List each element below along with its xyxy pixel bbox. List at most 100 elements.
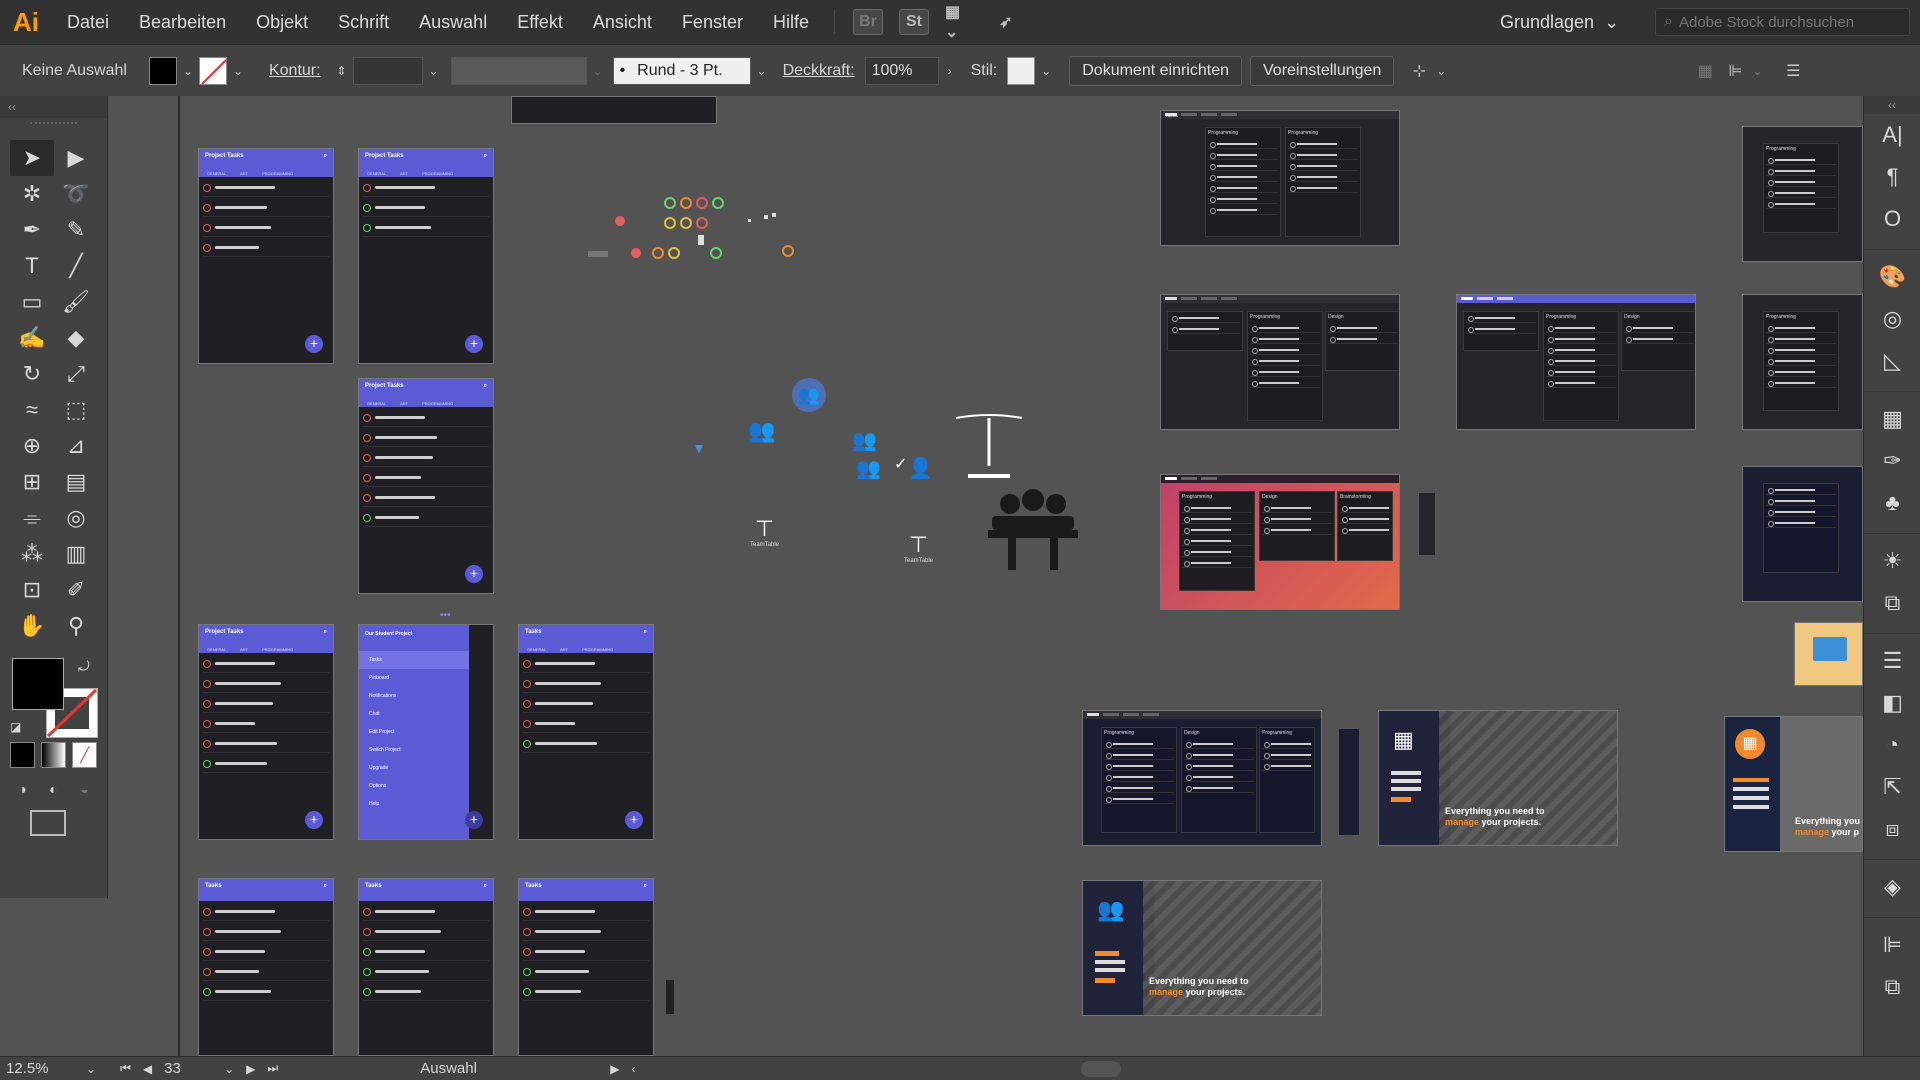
phone-mockup[interactable]: Tasks ⌕ xyxy=(198,878,334,1056)
chevron-down-icon[interactable]: ⌄ xyxy=(423,57,445,85)
desktop-mockup[interactable]: Tasks Programming Programming xyxy=(1160,110,1400,246)
eyedropper-tool-icon[interactable]: ⌯ xyxy=(10,500,54,536)
draw-inside-icon[interactable]: ◒ xyxy=(72,776,97,802)
stock-icon[interactable]: St xyxy=(898,9,929,35)
phone-mockup[interactable]: Project Tasks ⌕ GENERAL ART PROGRAMMING + xyxy=(198,624,334,840)
shaper-tool-icon[interactable]: ✍ xyxy=(10,320,54,356)
layers-panel-icon[interactable]: ◈ xyxy=(1864,866,1920,908)
document-setup-button[interactable]: Dokument einrichten xyxy=(1069,55,1242,86)
lasso-tool-icon[interactable]: ➰ xyxy=(54,176,98,212)
desktop-mockup[interactable]: Programming Design xyxy=(1456,294,1696,430)
menu-auswahl[interactable]: Auswahl xyxy=(404,0,502,44)
swap-icon[interactable]: ⤾ xyxy=(78,658,90,675)
desktop-mockup-gradient[interactable]: Programming Design Brainstorming xyxy=(1160,474,1400,610)
character-panel-icon[interactable]: A| xyxy=(1864,114,1920,156)
scroll-indicator[interactable] xyxy=(666,980,674,1014)
desktop-mockup-partial[interactable] xyxy=(1742,466,1863,602)
previous-artboard-icon[interactable]: ◀ xyxy=(137,1062,158,1076)
artboards-panel-icon[interactable]: ⧉ xyxy=(1864,966,1920,1008)
paragraph-panel-icon[interactable]: ¶ xyxy=(1864,156,1920,198)
desktop-mockup-partial[interactable]: Programming xyxy=(1742,294,1863,430)
chevron-down-icon[interactable]: ⌄ xyxy=(1035,57,1057,85)
landing-mockup[interactable]: 👥 Everything you need to manage your pro… xyxy=(1082,880,1322,1016)
none-icon[interactable]: ╱ xyxy=(72,742,97,768)
swatches-panel-icon[interactable]: ▦ xyxy=(1864,398,1920,440)
fill-color-box[interactable] xyxy=(12,658,64,710)
menu-hilfe[interactable]: Hilfe xyxy=(758,0,824,44)
gradient-icon[interactable] xyxy=(41,742,66,768)
variable-width-profile[interactable] xyxy=(450,56,587,85)
next-artboard-icon[interactable]: ▶ xyxy=(240,1062,261,1076)
type-tool-icon[interactable]: T xyxy=(10,248,54,284)
chevron-down-icon[interactable]: ⌄ xyxy=(218,1062,240,1076)
teamtable-logo-icon[interactable]: 👤 xyxy=(908,456,933,481)
landing-mockup[interactable]: ▦ Everything you need to manage your pro… xyxy=(1378,710,1618,846)
phone-mockup[interactable]: Tasks ⌕ xyxy=(358,878,494,1056)
panel-menu-icon[interactable]: ☰ xyxy=(1782,57,1804,85)
teamtable-logo-icon[interactable]: 👥 xyxy=(852,428,877,453)
side-strip[interactable] xyxy=(1338,728,1360,836)
eraser-tool-icon[interactable]: ◆ xyxy=(54,320,98,356)
zoom-field[interactable]: 12.5% xyxy=(0,1058,80,1080)
magic-wand-tool-icon[interactable]: ✲ xyxy=(10,176,54,212)
screen-mode-icon[interactable] xyxy=(30,810,66,836)
zoom-tool-icon[interactable]: ⚲ xyxy=(54,608,98,644)
fill-stroke-widget[interactable]: ⤾ ◪ xyxy=(10,658,100,738)
chevron-down-icon[interactable]: ⌄ xyxy=(80,1062,102,1076)
chevron-down-icon[interactable]: ⌄ xyxy=(227,57,249,85)
rectangle-tool-icon[interactable]: ▭ xyxy=(10,284,54,320)
document-canvas[interactable]: Project Tasks ⌕ GENERAL ART PROGRAMMING + P… xyxy=(108,96,1863,1056)
stroke-panel-icon[interactable]: ☰ xyxy=(1864,640,1920,682)
appearance-panel-icon[interactable]: ☀ xyxy=(1864,540,1920,582)
gpu-performance-icon[interactable]: ➶ xyxy=(991,9,1021,35)
chevron-down-icon[interactable]: ⌄ xyxy=(751,57,773,85)
draw-normal-icon[interactable]: ◑ xyxy=(10,776,35,802)
graphic-styles-panel-icon[interactable]: ⧉ xyxy=(1864,582,1920,624)
workspace-switcher[interactable]: Grundlagen ⌄ xyxy=(1500,0,1619,44)
panel-grip[interactable] xyxy=(30,122,77,132)
pathfinder-panel-icon[interactable]: ◔ xyxy=(1864,724,1920,766)
stock-search-input[interactable] xyxy=(1678,13,1889,31)
free-transform-tool-icon[interactable]: ⬚ xyxy=(54,392,98,428)
slice-tool-icon[interactable]: ✐ xyxy=(54,572,98,608)
pen-tool-icon[interactable]: ✒ xyxy=(10,212,54,248)
opentype-panel-icon[interactable]: O xyxy=(1864,198,1920,240)
symbol-sprayer-tool-icon[interactable]: ⁂ xyxy=(10,536,54,572)
menu-ansicht[interactable]: Ansicht xyxy=(578,0,667,44)
stroke-weight-field[interactable] xyxy=(352,56,423,85)
transparency-panel-icon[interactable]: ◧ xyxy=(1864,682,1920,724)
stock-search[interactable]: ⌕ xyxy=(1655,8,1910,36)
side-strip[interactable] xyxy=(1418,492,1436,556)
teamtable-logo-icon[interactable]: 👥 xyxy=(792,378,826,412)
color-guide-panel-icon[interactable]: ◎ xyxy=(1864,298,1920,340)
chevron-down-icon[interactable]: ⌄ xyxy=(587,57,609,85)
shape-builder-tool-icon[interactable]: ⊕ xyxy=(10,428,54,464)
curvature-tool-icon[interactable]: ✎ xyxy=(54,212,98,248)
scale-tool-icon[interactable]: ⤢ xyxy=(54,356,98,392)
stepper-icon[interactable]: ⇕ xyxy=(331,57,353,85)
export-panel-icon[interactable]: ⇱ xyxy=(1864,766,1920,808)
last-artboard-icon[interactable]: ⏭ xyxy=(261,1061,284,1076)
rotate-tool-icon[interactable]: ↻ xyxy=(10,356,54,392)
transform-panel-icon[interactable]: ⧈ xyxy=(1864,808,1920,850)
gradient-tool-icon[interactable]: ▤ xyxy=(54,464,98,500)
menu-schrift[interactable]: Schrift xyxy=(323,0,404,44)
artboard-tool-icon[interactable]: ⊡ xyxy=(10,572,54,608)
status-icon-cluster[interactable] xyxy=(558,191,818,271)
status-tool-label[interactable]: Auswahl xyxy=(414,1058,604,1080)
align-panel-icon[interactable]: ⊫ xyxy=(1864,924,1920,966)
chevron-right-icon[interactable]: ▶ xyxy=(604,1062,625,1076)
landing-mockup-partial[interactable]: ▦ Everything you manage your p xyxy=(1724,716,1863,852)
chevron-down-icon[interactable]: ⌄ xyxy=(1430,57,1452,85)
arrange-documents-icon[interactable]: ▦ ⌄ xyxy=(945,4,975,41)
mesh-tool-icon[interactable]: ⊞ xyxy=(10,464,54,500)
transform-icon[interactable]: ⊹ xyxy=(1408,57,1430,85)
perspective-grid-tool-icon[interactable]: ⊿ xyxy=(54,428,98,464)
phone-mockup-menu[interactable]: Tasks Pinboard Notifications Chat Edit P… xyxy=(358,624,494,840)
paintbrush-tool-icon[interactable]: 🖌 xyxy=(54,284,98,320)
table-outline-logo[interactable] xyxy=(954,414,1024,484)
phone-mockup[interactable]: Project Tasks ⌕ GENERAL ART PROGRAMMING + xyxy=(358,148,494,364)
fill-swatch[interactable] xyxy=(148,56,177,85)
align-options-icon[interactable]: ⊫ xyxy=(1724,57,1746,85)
draw-behind-icon[interactable]: ◐ xyxy=(41,776,66,802)
